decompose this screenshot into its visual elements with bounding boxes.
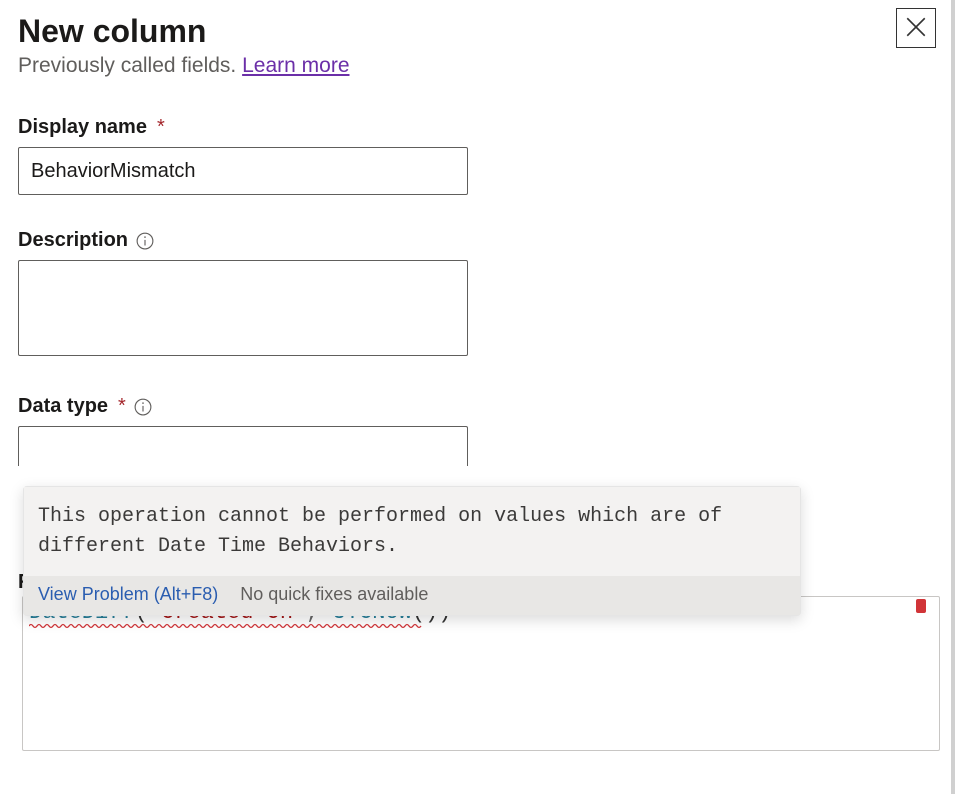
required-mark: * <box>118 395 126 418</box>
description-label-text: Description <box>18 229 128 252</box>
field-description: Description <box>18 229 933 361</box>
description-label: Description <box>18 229 933 252</box>
description-input[interactable] <box>18 260 468 356</box>
display-name-label-text: Display name <box>18 116 147 139</box>
minimap-error-marker[interactable] <box>916 599 926 613</box>
learn-more-link[interactable]: Learn more <box>242 54 349 77</box>
panel-subtitle: Previously called fields. Learn more <box>18 54 933 78</box>
data-type-label-text: Data type <box>18 395 108 418</box>
close-button[interactable] <box>896 8 936 48</box>
panel-title: New column <box>18 13 933 50</box>
data-type-select[interactable] <box>18 426 468 466</box>
field-display-name: Display name * <box>18 116 933 195</box>
info-icon[interactable] <box>136 232 154 250</box>
new-column-panel: New column Previously called fields. Lea… <box>0 0 955 794</box>
field-data-type: Data type * <box>18 395 933 466</box>
required-mark: * <box>157 116 165 139</box>
error-message: This operation cannot be performed on va… <box>24 487 800 576</box>
no-quick-fixes-text: No quick fixes available <box>240 584 428 605</box>
info-icon[interactable] <box>134 398 152 416</box>
close-icon <box>906 17 926 40</box>
data-type-label: Data type * <box>18 395 933 418</box>
error-tooltip: This operation cannot be performed on va… <box>23 486 801 616</box>
formula-editor[interactable]: DateDiff('Created On', UTCNow()) <box>22 596 940 751</box>
subtitle-text: Previously called fields. <box>18 54 242 77</box>
display-name-label: Display name * <box>18 116 933 139</box>
error-footer: View Problem (Alt+F8) No quick fixes ava… <box>24 576 800 615</box>
display-name-input[interactable] <box>18 147 468 195</box>
view-problem-link[interactable]: View Problem (Alt+F8) <box>38 584 218 605</box>
